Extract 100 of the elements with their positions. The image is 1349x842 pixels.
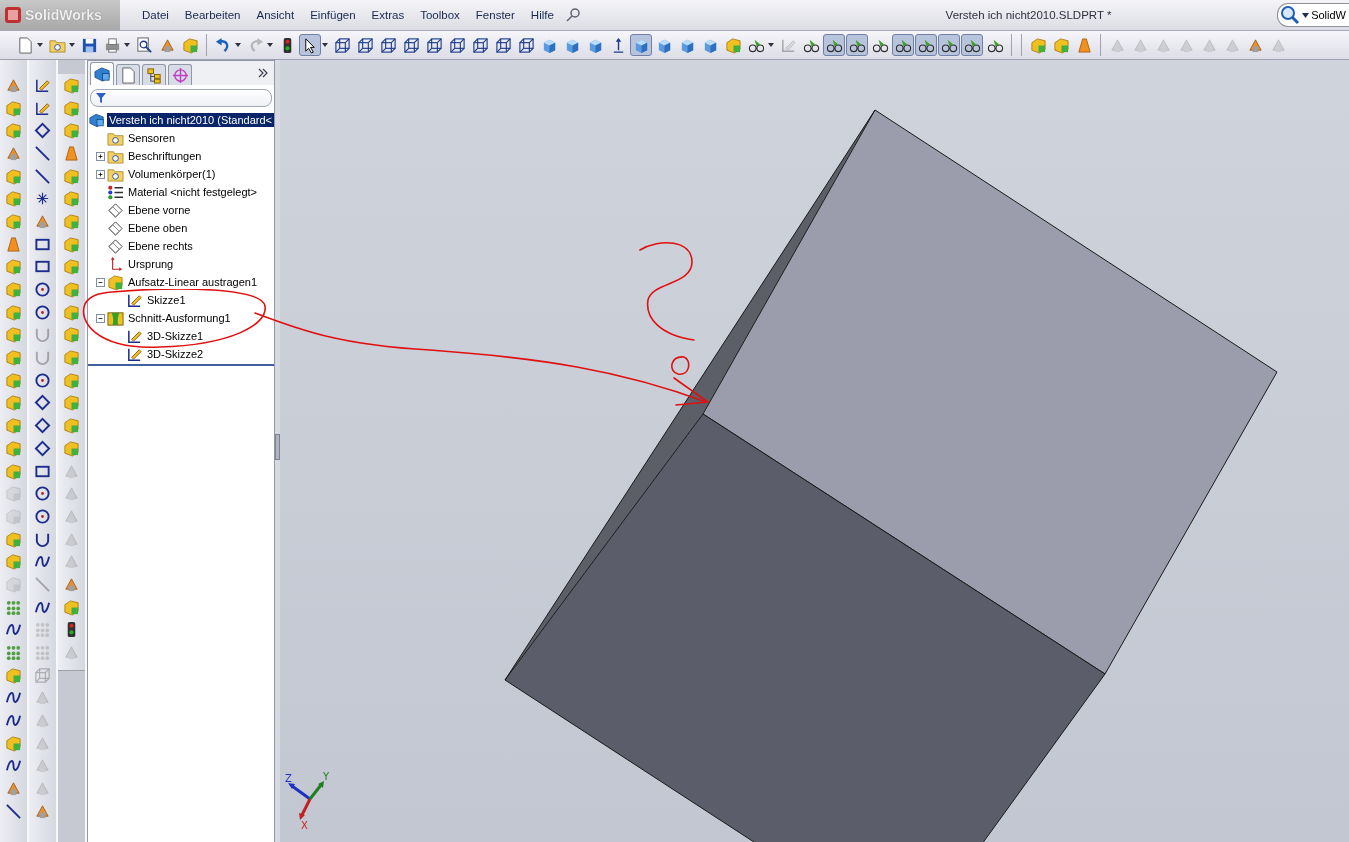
panel-tab[interactable] [142,64,166,85]
block-icon[interactable] [63,303,80,321]
plane-icon[interactable] [107,219,124,237]
block-icon[interactable] [63,439,80,457]
cone-icon[interactable] [5,235,22,253]
cube-icon[interactable] [630,34,652,56]
block-icon[interactable] [5,439,22,457]
glasses-icon[interactable] [823,34,845,56]
chevron-icon[interactable] [258,68,268,78]
cone-icon[interactable] [63,144,80,162]
menu-item[interactable]: Ansicht [248,9,303,21]
tool-icon[interactable] [5,76,22,94]
block-icon[interactable] [5,530,22,548]
menu-item[interactable]: Hilfe [522,9,562,21]
diamond-icon[interactable] [34,122,51,140]
block-icon[interactable] [5,99,22,117]
block-icon[interactable] [63,99,80,117]
caret-icon[interactable] [768,43,774,47]
expand-icon[interactable] [95,151,105,161]
line-icon[interactable] [34,144,51,162]
diamond-icon[interactable] [34,417,51,435]
block-icon[interactable] [5,666,22,684]
block-icon[interactable] [5,303,22,321]
tree-item[interactable]: Ursprung [126,257,176,271]
tree-item[interactable]: 3D-Skizze1 [145,329,206,343]
tree-item[interactable]: Volumenkörper(1) [126,167,218,181]
block-icon[interactable] [63,167,80,185]
glasses-icon[interactable] [938,34,960,56]
block-icon[interactable] [5,462,22,480]
panel-tab[interactable] [90,62,114,85]
block-icon[interactable] [5,122,22,140]
tree-item[interactable]: Skizze1 [145,293,188,307]
tool-icon[interactable] [63,575,80,593]
block-icon[interactable] [5,371,22,389]
glasses-icon[interactable] [961,34,983,56]
tree-item[interactable]: Aufsatz-Linear austragen1 [126,275,260,289]
cursor-icon[interactable] [299,34,321,56]
collapse-icon[interactable] [95,313,105,323]
diamond-icon[interactable] [34,439,51,457]
plane-icon[interactable] [107,237,124,255]
block-icon[interactable] [63,235,80,253]
diamond-icon[interactable] [34,394,51,412]
material-icon[interactable] [107,183,124,201]
circle-icon[interactable] [34,507,51,525]
circle-icon[interactable] [34,281,51,299]
plane-icon[interactable] [107,201,124,219]
glasses-icon[interactable] [915,34,937,56]
block-icon[interactable] [63,417,80,435]
expand-icon[interactable] [95,169,105,179]
block-icon[interactable] [63,258,80,276]
block-icon[interactable] [5,349,22,367]
block-icon[interactable] [5,212,22,230]
block-icon[interactable] [5,167,22,185]
tree-item[interactable]: 3D-Skizze2 [145,347,206,361]
menu-item[interactable]: Toolbox [412,9,468,21]
block-icon[interactable] [63,598,80,616]
tree-item[interactable]: Material <nicht festgelegt> [126,185,260,199]
block-icon[interactable] [63,349,80,367]
tool-icon[interactable] [34,802,51,820]
menu-item[interactable]: Extras [363,9,413,21]
block-icon[interactable] [63,190,80,208]
caret-icon[interactable] [37,43,43,47]
caret-icon[interactable] [124,43,130,47]
block-icon[interactable] [5,326,22,344]
dot-grid-icon[interactable] [5,644,22,662]
block-icon[interactable] [63,281,80,299]
part-icon[interactable] [89,111,105,129]
menu-item[interactable]: Einfügen [302,9,364,21]
panel-tab[interactable] [116,64,140,85]
menu-item[interactable]: Datei [134,9,177,21]
caret-icon[interactable] [69,43,75,47]
tree-item[interactable]: Ebene oben [126,221,190,235]
tree-item[interactable]: Schnitt-Ausformung1 [126,311,233,325]
block-icon[interactable] [5,190,22,208]
tree-item[interactable]: Ebene vorne [126,203,193,217]
splitter-handle[interactable] [275,433,280,460]
block-icon[interactable] [5,394,22,412]
caret-icon[interactable] [1302,12,1310,18]
line-icon[interactable] [5,802,22,820]
block-icon[interactable] [5,281,22,299]
caret-icon[interactable] [235,43,241,47]
tree-item[interactable]: Ebene rechts [126,239,195,253]
tool-icon[interactable] [5,144,22,162]
glasses-icon[interactable] [846,34,868,56]
block-icon[interactable] [63,326,80,344]
panel-tab[interactable] [168,64,192,85]
tree-item[interactable]: Beschriftungen [126,149,204,163]
filter-icon[interactable] [95,92,107,104]
glasses-icon[interactable] [892,34,914,56]
pin-icon[interactable] [565,8,580,22]
block-icon[interactable] [63,371,80,389]
block-icon[interactable] [63,212,80,230]
circle-icon[interactable] [34,371,51,389]
circle-icon[interactable] [34,485,51,503]
search-field[interactable]: SolidW [1277,3,1349,27]
tree-item[interactable]: Versteh ich nicht2010 (Standard< [107,113,274,127]
filter-field[interactable] [90,89,272,107]
block-icon[interactable] [63,394,80,412]
tree-item[interactable]: Sensoren [126,131,178,145]
menu-item[interactable]: Fenster [467,9,523,21]
